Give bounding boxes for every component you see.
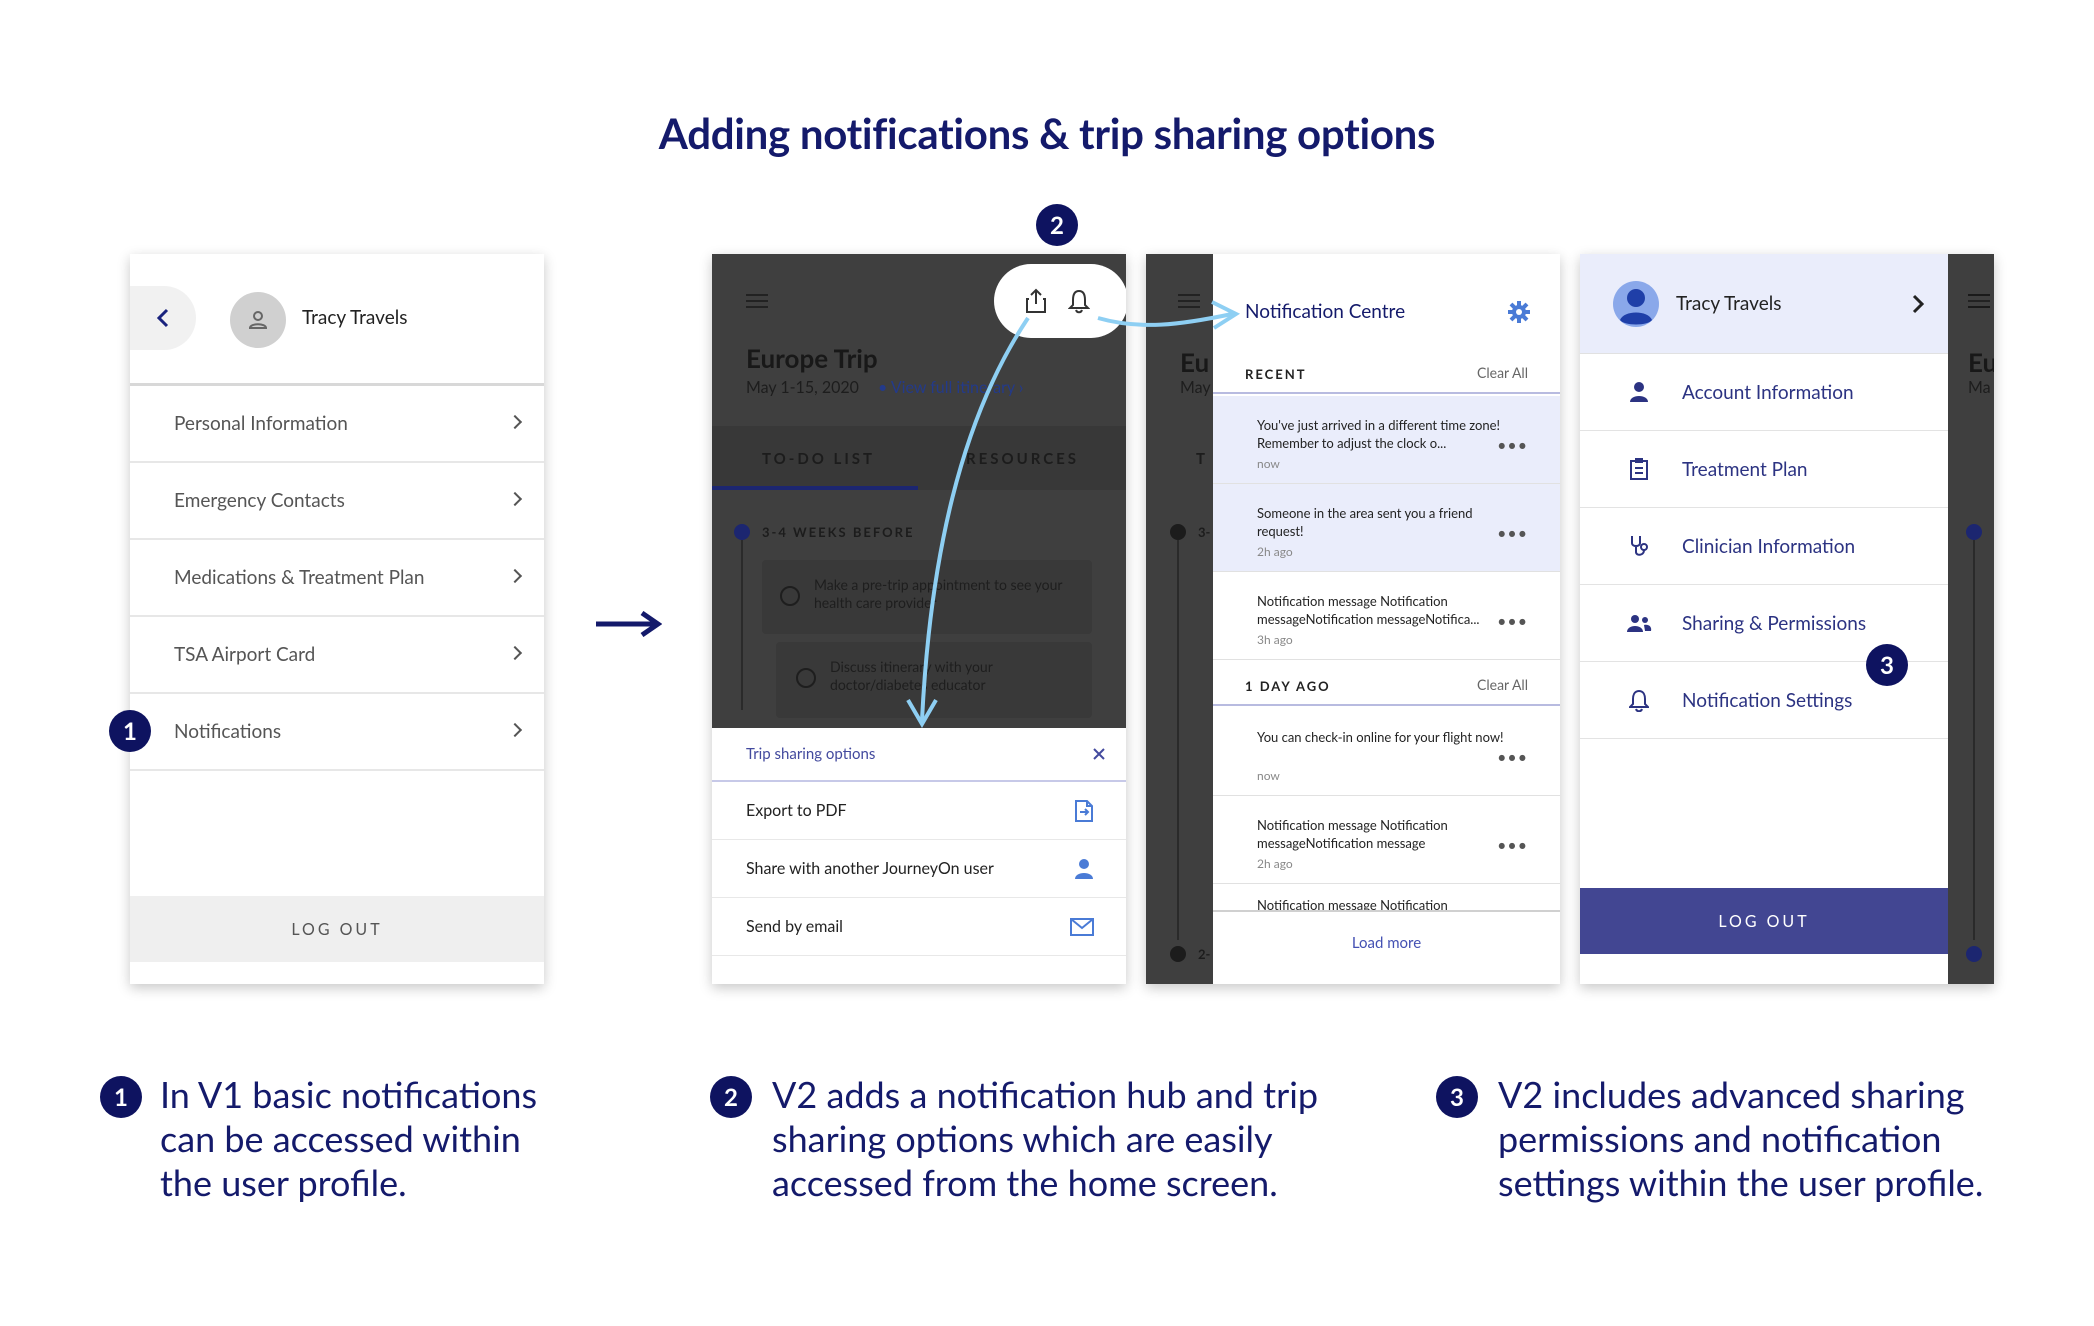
caption-2: V2 adds a notification hub and trip shar…: [772, 1072, 1319, 1204]
caption-3: V2 includes advanced sharing permissions…: [1498, 1072, 1984, 1204]
caption-badge-3: 3: [1436, 1076, 1478, 1118]
caption-badge-1: 1: [100, 1076, 142, 1118]
caption-badge-2: 2: [710, 1076, 752, 1118]
caption-1: In V1 basic notifications can be accesse…: [160, 1072, 538, 1204]
